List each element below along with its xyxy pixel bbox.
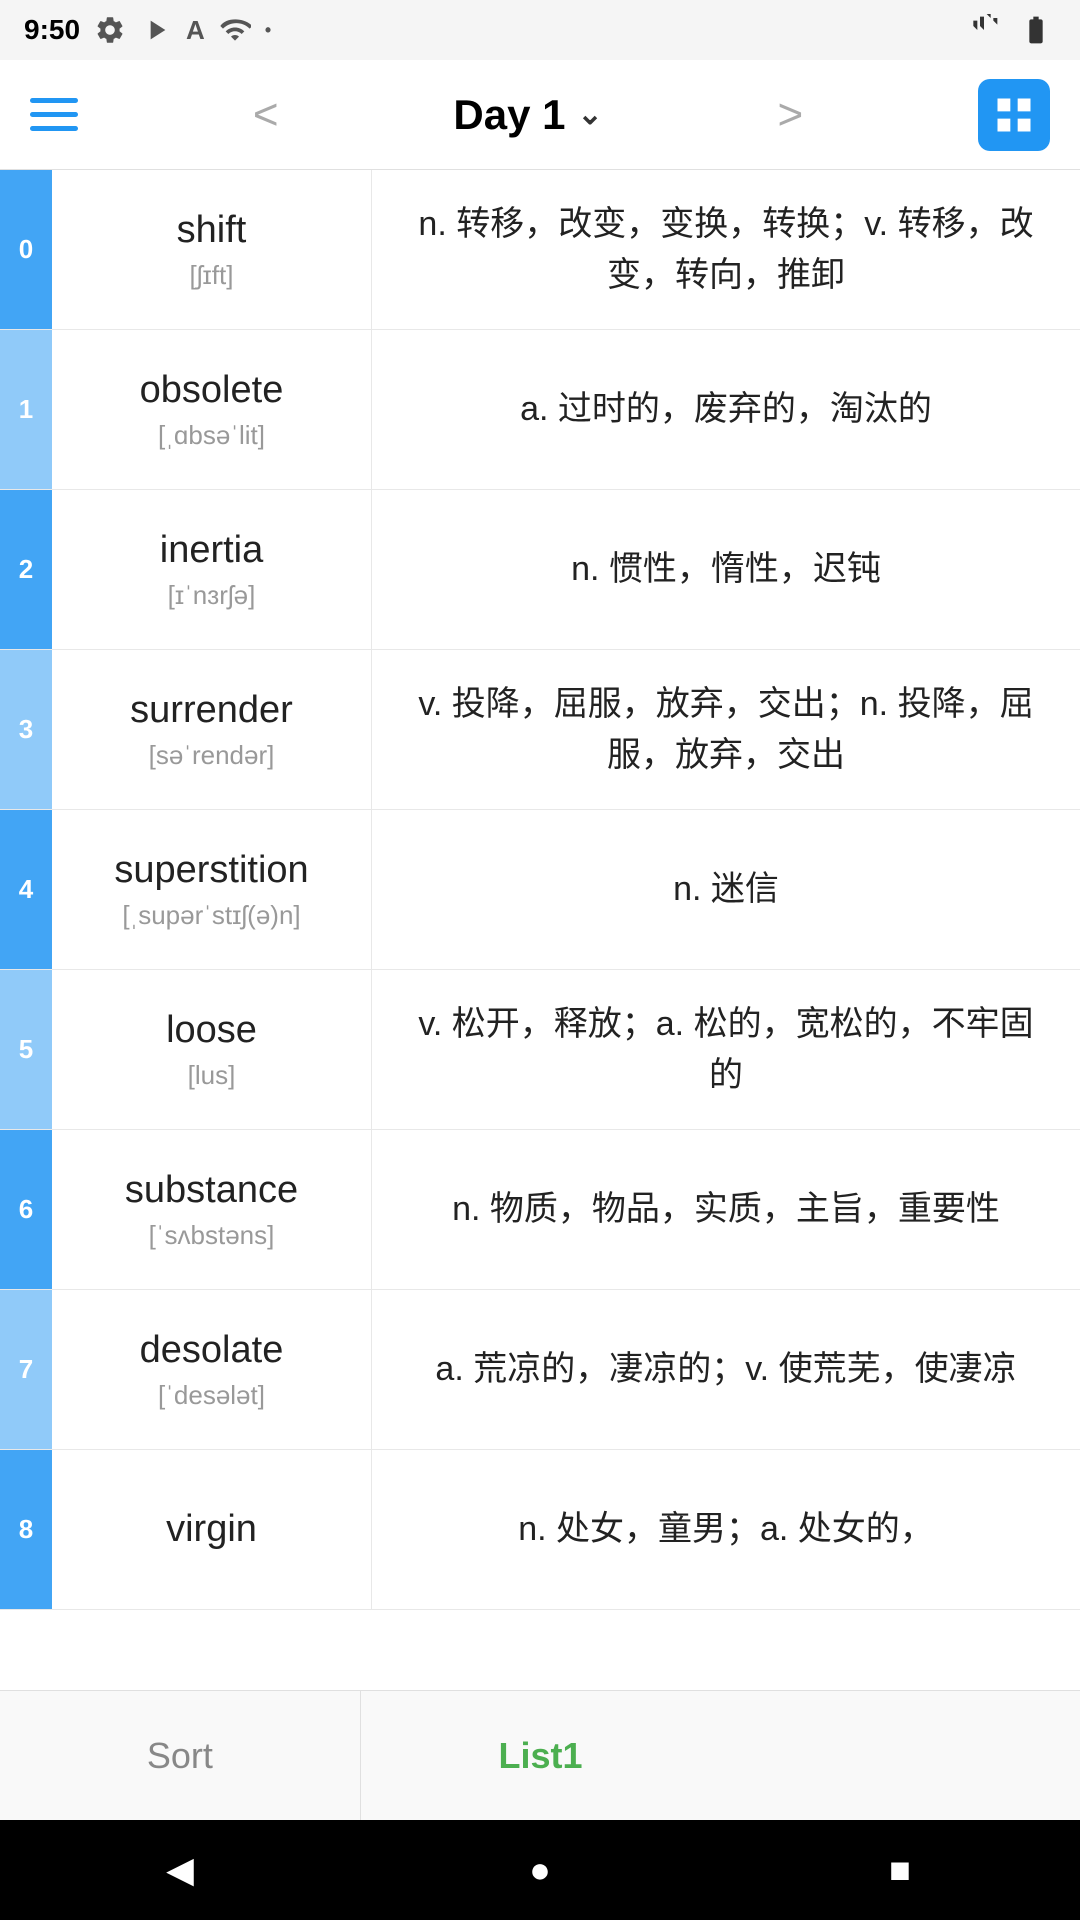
menu-button[interactable] [30,98,78,131]
tab-empty [720,1691,1080,1820]
day-title[interactable]: Day 1 ⌄ [453,91,602,139]
word-phonetic: [ˈsʌbstəns] [149,1220,275,1251]
grid-view-button[interactable] [978,79,1050,151]
status-right-icons [970,14,1056,46]
word-definition: n. 处女，童男；a. 处女的， [372,1450,1080,1609]
word-index: 7 [0,1290,52,1449]
word-text: virgin [166,1508,257,1551]
word-definition: a. 过时的，废弃的，淘汰的 [372,330,1080,489]
word-text: desolate [140,1329,284,1372]
top-nav: < Day 1 ⌄ > [0,60,1080,170]
chevron-down-icon: ⌄ [577,97,602,132]
word-phonetic: [ˈdesələt] [158,1380,265,1411]
word-definition: a. 荒凉的，凄凉的；v. 使荒芜，使凄凉 [372,1290,1080,1449]
word-index: 4 [0,810,52,969]
word-english: inertia [ɪˈnɜrʃə] [52,490,372,649]
table-row[interactable]: 7 desolate [ˈdesələt] a. 荒凉的，凄凉的；v. 使荒芜，使凄凉 [0,1290,1080,1450]
battery-icon [1016,14,1056,46]
word-definition: n. 转移，改变，变换，转换；v. 转移，改变，转向，推卸 [372,170,1080,329]
word-definition: v. 松开，释放；a. 松的，宽松的，不牢固的 [372,970,1080,1129]
a-icon: A [186,15,205,46]
sort-tab[interactable]: Sort [0,1691,361,1820]
dot-icon: • [265,20,271,41]
back-button[interactable]: ◀ [150,1840,210,1900]
word-text: substance [125,1169,298,1212]
wifi-icon [219,14,251,46]
signal-icon [970,14,1006,46]
word-text: surrender [130,689,293,732]
word-list: 0 shift [ʃɪft] n. 转移，改变，变换，转换；v. 转移，改变，转向，推… [0,170,1080,1690]
play-icon [140,14,172,46]
table-row[interactable]: 5 loose [lus] v. 松开，释放；a. 松的，宽松的，不牢固的 [0,970,1080,1130]
table-row[interactable]: 3 surrender [səˈrendər] v. 投降，屈服，放弃，交出；n. 投… [0,650,1080,810]
recent-button[interactable]: ■ [870,1840,930,1900]
word-index: 1 [0,330,52,489]
nav-arrows: < [243,90,289,140]
table-row[interactable]: 8 virgin n. 处女，童男；a. 处女的， [0,1450,1080,1610]
word-definition: n. 迷信 [372,810,1080,969]
settings-icon [94,14,126,46]
word-english: desolate [ˈdesələt] [52,1290,372,1449]
prev-button[interactable]: < [243,90,289,140]
table-row[interactable]: 2 inertia [ɪˈnɜrʃə] n. 惯性，惰性，迟钝 [0,490,1080,650]
word-english: loose [lus] [52,970,372,1129]
word-index: 5 [0,970,52,1129]
word-english: superstition [ˌsupərˈstɪʃ(ə)n] [52,810,372,969]
word-text: superstition [114,849,308,892]
word-index: 3 [0,650,52,809]
word-definition: v. 投降，屈服，放弃，交出；n. 投降，屈服，放弃，交出 [372,650,1080,809]
word-index: 2 [0,490,52,649]
word-english: shift [ʃɪft] [52,170,372,329]
word-english: obsolete [ˌɑbsəˈlit] [52,330,372,489]
word-index: 0 [0,170,52,329]
word-phonetic: [ˌsupərˈstɪʃ(ə)n] [122,900,300,931]
table-row[interactable]: 4 superstition [ˌsupərˈstɪʃ(ə)n] n. 迷信 [0,810,1080,970]
word-text: obsolete [140,369,284,412]
word-text: shift [177,209,247,252]
word-phonetic: [ˌɑbsəˈlit] [158,420,265,451]
status-time: 9:50 [24,14,80,46]
home-button[interactable]: ● [510,1840,570,1900]
word-index: 8 [0,1450,52,1609]
word-phonetic: [ʃɪft] [190,260,234,291]
word-phonetic: [səˈrendər] [149,740,275,771]
bottom-tabs: Sort List1 [0,1690,1080,1820]
status-bar: 9:50 A • [0,0,1080,60]
word-english: substance [ˈsʌbstəns] [52,1130,372,1289]
word-english: surrender [səˈrendər] [52,650,372,809]
list1-tab[interactable]: List1 [361,1691,721,1820]
word-english: virgin [52,1450,372,1609]
word-text: loose [166,1009,257,1052]
table-row[interactable]: 0 shift [ʃɪft] n. 转移，改变，变换，转换；v. 转移，改变，转向，推… [0,170,1080,330]
android-nav-bar: ◀ ● ■ [0,1820,1080,1920]
table-row[interactable]: 1 obsolete [ˌɑbsəˈlit] a. 过时的，废弃的，淘汰的 [0,330,1080,490]
word-definition: n. 惯性，惰性，迟钝 [372,490,1080,649]
word-phonetic: [lus] [188,1060,236,1091]
word-text: inertia [160,529,264,572]
table-row[interactable]: 6 substance [ˈsʌbstəns] n. 物质，物品，实质，主旨，重要性 [0,1130,1080,1290]
word-definition: n. 物质，物品，实质，主旨，重要性 [372,1130,1080,1289]
word-index: 6 [0,1130,52,1289]
word-phonetic: [ɪˈnɜrʃə] [168,580,256,611]
next-button[interactable]: > [767,90,813,140]
